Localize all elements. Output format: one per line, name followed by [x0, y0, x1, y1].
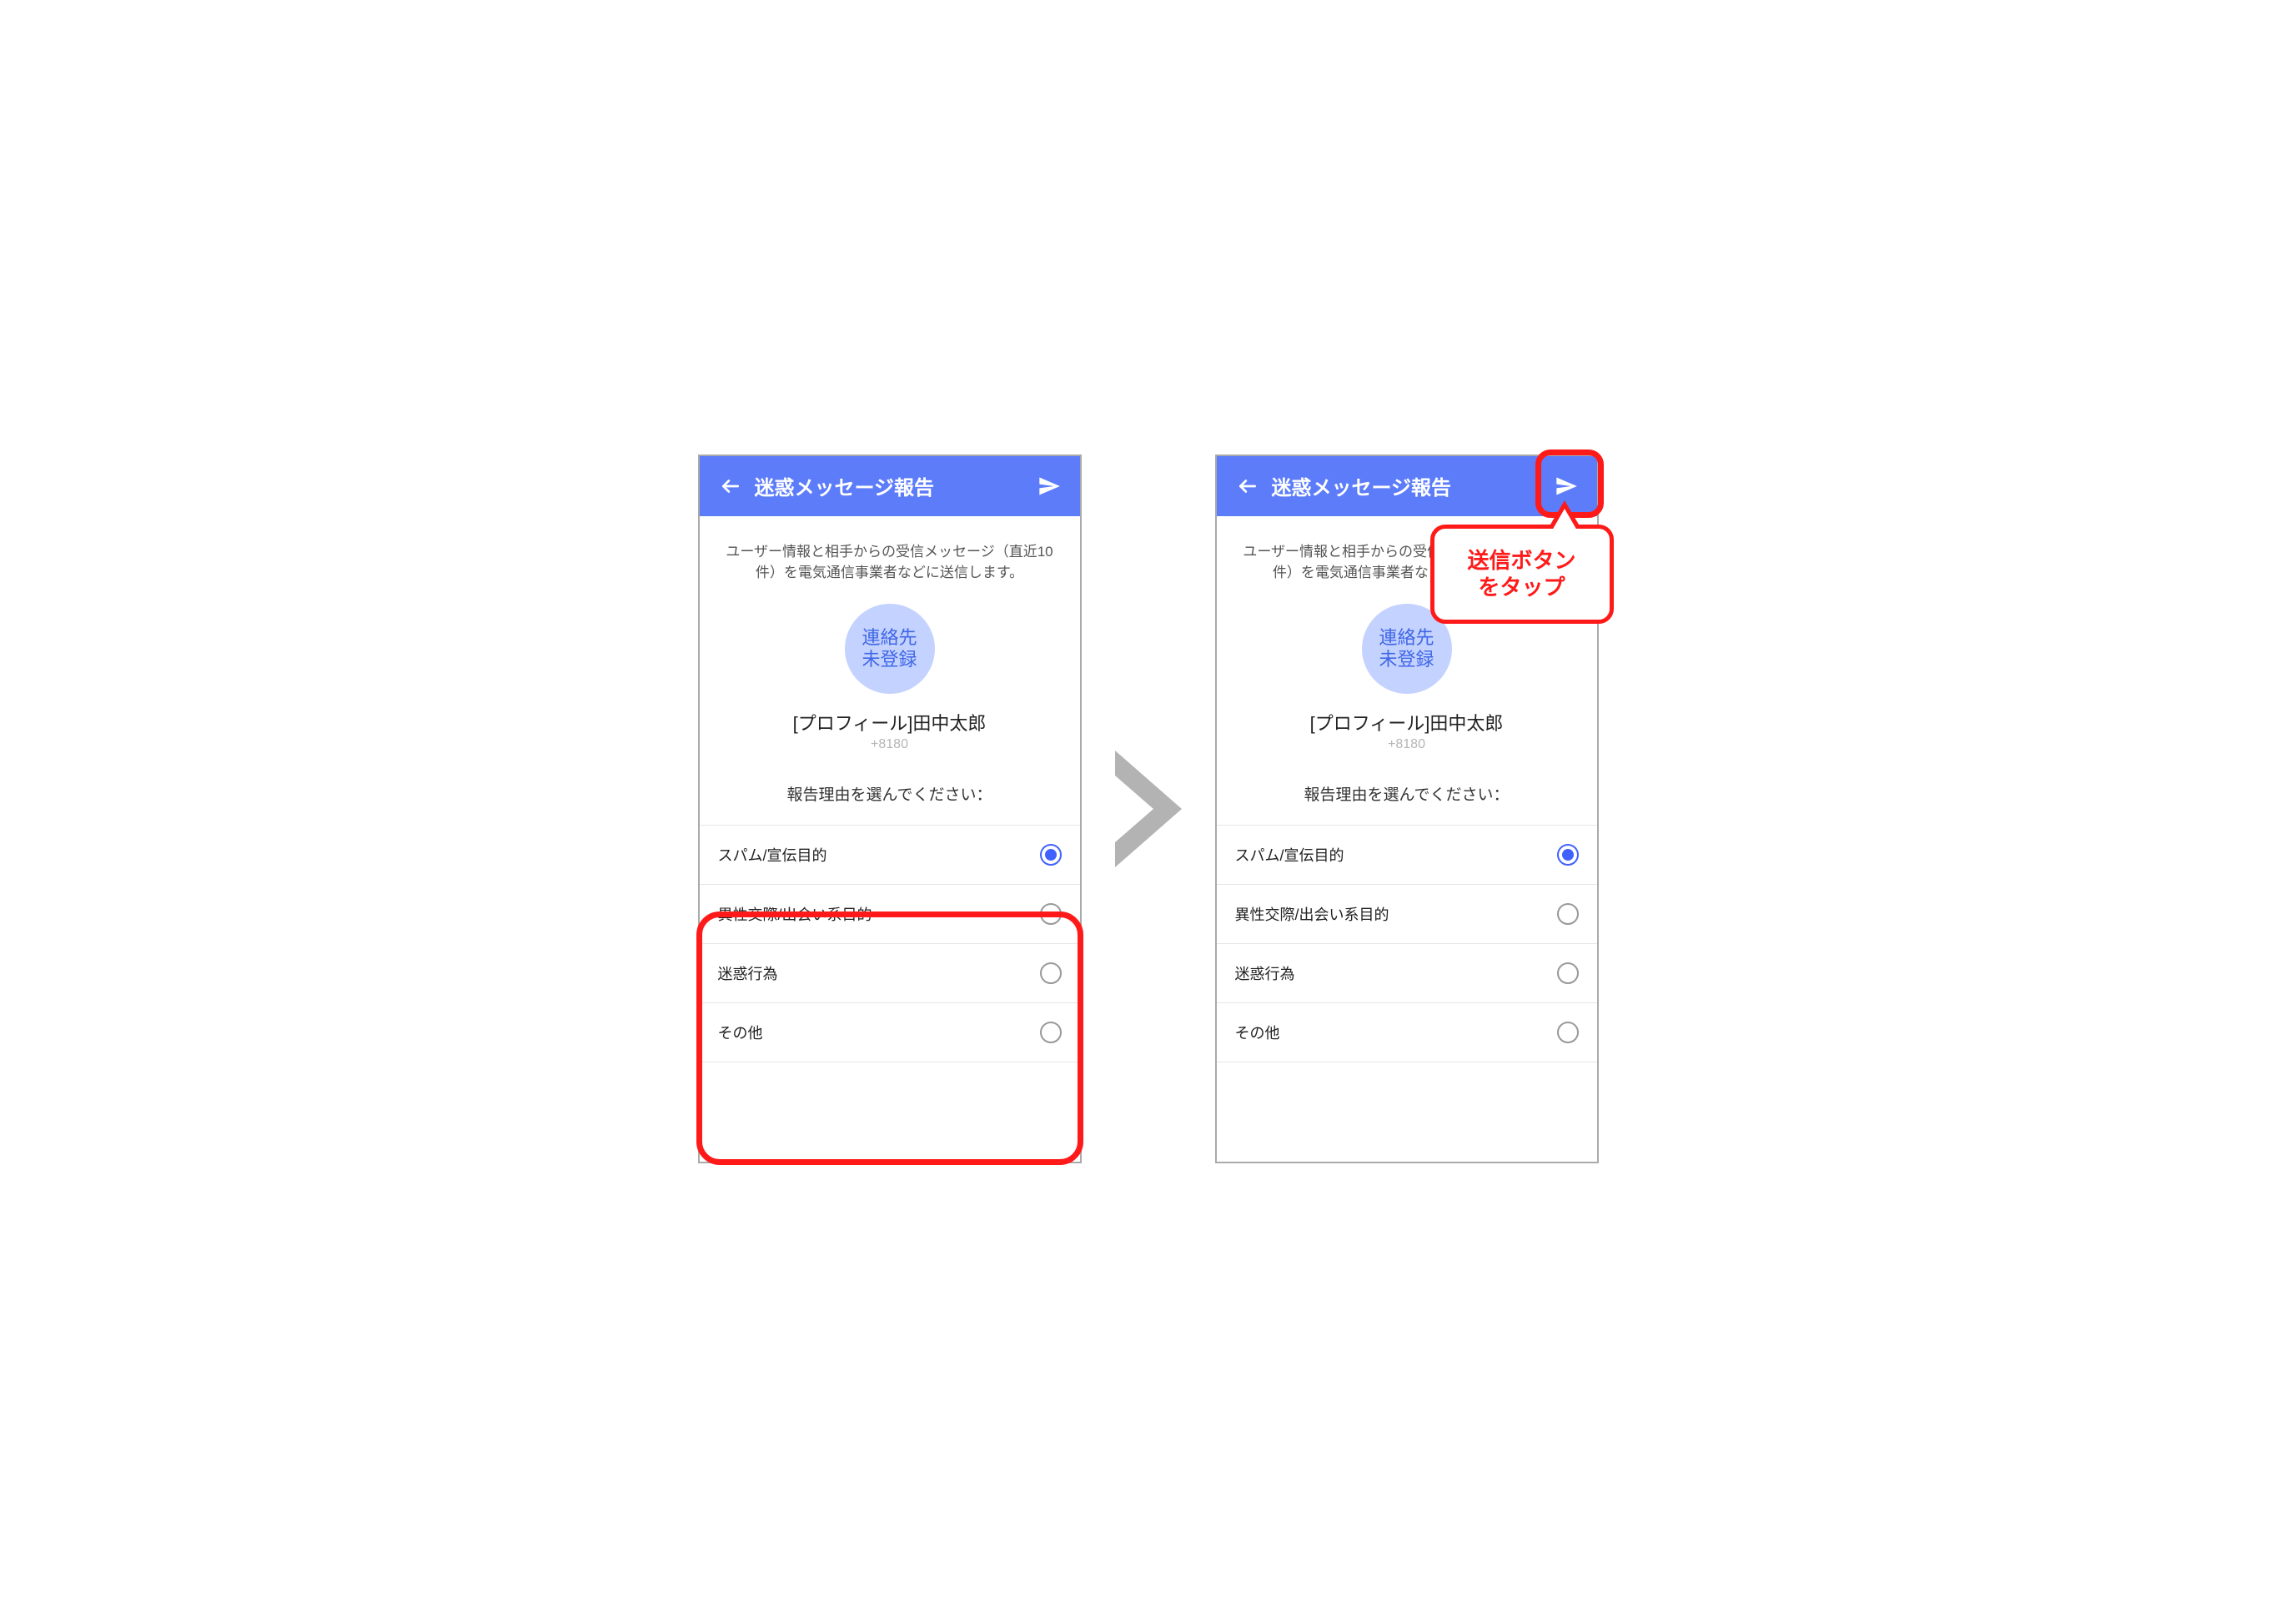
option-spam[interactable]: スパム/宣伝目的 [1217, 826, 1597, 885]
avatar-container: 連絡先 未登録 [700, 599, 1080, 701]
step-2-frame: 迷惑メッセージ報告 ユーザー情報と相手からの受信メッセージ（直近10件）を電気通… [1215, 454, 1599, 1163]
avatar-text-line1: 連絡先 [862, 627, 917, 648]
app-bar-title: 迷惑メッセージ報告 [755, 471, 1025, 500]
reason-options-list: スパム/宣伝目的 異性交際/出会い系目的 迷惑行為 その他 [700, 825, 1080, 1062]
option-label: 異性交際/出会い系目的 [1235, 903, 1389, 925]
radio-icon [1557, 844, 1579, 866]
phone-screen-left: 迷惑メッセージ報告 ユーザー情報と相手からの受信メッセージ（直近10件）を電気通… [698, 454, 1082, 1163]
profile-name: [プロフィール]田中太郎 [700, 701, 1080, 737]
avatar-text-line1: 連絡先 [1379, 627, 1434, 648]
reason-prompt: 報告理由を選んでください： [700, 776, 1080, 825]
radio-icon [1557, 1022, 1579, 1043]
flow-arrow [1115, 751, 1182, 867]
chevron-right-icon [1115, 751, 1182, 867]
back-button[interactable] [716, 472, 745, 500]
option-label: 迷惑行為 [718, 962, 778, 984]
radio-icon [1040, 844, 1062, 866]
option-label: その他 [718, 1022, 763, 1043]
app-bar: 迷惑メッセージ報告 [700, 456, 1080, 516]
phone-number: +8180 [1217, 737, 1597, 776]
radio-icon [1040, 1022, 1062, 1043]
option-label: スパム/宣伝目的 [718, 844, 827, 866]
send-icon [1555, 475, 1578, 498]
description-text: ユーザー情報と相手からの受信メッセージ（直近10件）を電気通信事業者などに送信し… [700, 516, 1080, 599]
callout-bubble: 送信ボタン をタップ [1430, 525, 1614, 624]
arrow-left-icon [720, 475, 741, 497]
back-button[interactable] [1233, 472, 1262, 500]
phone-number: +8180 [700, 737, 1080, 776]
radio-icon [1040, 962, 1062, 984]
content-area: ユーザー情報と相手からの受信メッセージ（直近10件）を電気通信事業者などに送信し… [700, 516, 1080, 1162]
radio-icon [1557, 962, 1579, 984]
send-button[interactable] [1552, 472, 1580, 500]
option-label: スパム/宣伝目的 [1235, 844, 1344, 866]
callout-line2: をタップ [1444, 574, 1600, 601]
option-spam[interactable]: スパム/宣伝目的 [700, 826, 1080, 885]
option-label: その他 [1235, 1022, 1280, 1043]
option-other[interactable]: その他 [1217, 1003, 1597, 1062]
send-button[interactable] [1035, 472, 1063, 500]
arrow-left-icon [1237, 475, 1259, 497]
option-other[interactable]: その他 [700, 1003, 1080, 1062]
option-dating[interactable]: 異性交際/出会い系目的 [700, 885, 1080, 944]
app-bar: 迷惑メッセージ報告 [1217, 456, 1597, 516]
avatar-text-line2: 未登録 [862, 649, 917, 670]
radio-icon [1040, 903, 1062, 925]
step-1-frame: 迷惑メッセージ報告 ユーザー情報と相手からの受信メッセージ（直近10件）を電気通… [698, 454, 1082, 1163]
callout-line1: 送信ボタン [1444, 547, 1600, 575]
option-label: 異性交際/出会い系目的 [718, 903, 872, 925]
radio-icon [1557, 903, 1579, 925]
option-nuisance[interactable]: 迷惑行為 [700, 944, 1080, 1003]
option-label: 迷惑行為 [1235, 962, 1295, 984]
profile-name: [プロフィール]田中太郎 [1217, 701, 1597, 737]
reason-prompt: 報告理由を選んでください： [1217, 776, 1597, 825]
option-dating[interactable]: 異性交際/出会い系目的 [1217, 885, 1597, 944]
reason-options-list: スパム/宣伝目的 異性交際/出会い系目的 迷惑行為 その他 [1217, 825, 1597, 1062]
avatar-text-line2: 未登録 [1379, 649, 1434, 670]
send-icon [1037, 475, 1061, 498]
contact-avatar: 連絡先 未登録 [845, 604, 935, 694]
app-bar-title: 迷惑メッセージ報告 [1272, 471, 1542, 500]
option-nuisance[interactable]: 迷惑行為 [1217, 944, 1597, 1003]
